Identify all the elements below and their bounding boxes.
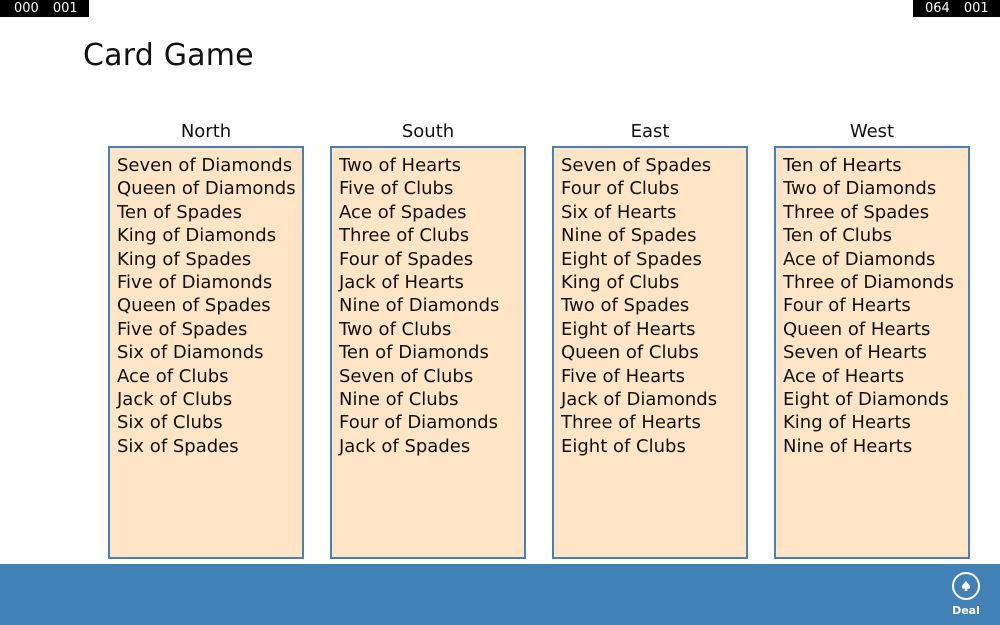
card-item[interactable]: Five of Spades [117, 318, 302, 341]
counter-value: 001 [52, 1, 78, 16]
card-item[interactable]: Three of Spades [783, 201, 968, 224]
card-item[interactable]: Ten of Diamonds [339, 341, 524, 364]
card-item[interactable]: Five of Diamonds [117, 271, 302, 294]
spade-icon [962, 581, 970, 591]
card-list[interactable]: Ten of Hearts Two of Diamonds Three of Spa… [774, 146, 970, 559]
frame-counter-right: 064 001 [913, 0, 1000, 17]
hand-north: North Seven of Diamonds Queen of Diamonds T… [108, 120, 304, 559]
card-item[interactable]: Seven of Clubs [339, 365, 524, 388]
card-list[interactable]: Seven of Spades Four of Clubs Six of Heart… [552, 146, 748, 559]
card-item[interactable]: Seven of Spades [561, 154, 746, 177]
card-item[interactable]: Seven of Diamonds [117, 154, 302, 177]
card-item[interactable]: Jack of Spades [339, 435, 524, 458]
card-item[interactable]: Three of Clubs [339, 224, 524, 247]
card-item[interactable]: Ten of Hearts [783, 154, 968, 177]
card-item[interactable]: King of Diamonds [117, 224, 302, 247]
card-item[interactable]: Ace of Clubs [117, 365, 302, 388]
card-item[interactable]: Jack of Diamonds [561, 388, 746, 411]
card-item[interactable]: Queen of Spades [117, 294, 302, 317]
card-item[interactable]: Nine of Clubs [339, 388, 524, 411]
card-item[interactable]: King of Spades [117, 248, 302, 271]
card-item[interactable]: Three of Hearts [561, 411, 746, 434]
hands-container: North Seven of Diamonds Queen of Diamonds T… [108, 120, 970, 559]
counter-value: 064 [925, 1, 950, 16]
card-item[interactable]: Ace of Hearts [783, 365, 968, 388]
card-item[interactable]: Five of Clubs [339, 177, 524, 200]
card-item[interactable]: Three of Diamonds [783, 271, 968, 294]
card-item[interactable]: Jack of Hearts [339, 271, 524, 294]
card-item[interactable]: Eight of Clubs [561, 435, 746, 458]
card-item[interactable]: Four of Diamonds [339, 411, 524, 434]
hand-title: North [180, 121, 232, 142]
card-list[interactable]: Two of Hearts Five of Clubs Ace of Spades T… [330, 146, 526, 559]
card-item[interactable]: Two of Hearts [339, 154, 524, 177]
counter-value: 000 [14, 1, 39, 16]
counter-value: 001 [963, 1, 989, 16]
card-item[interactable]: Four of Spades [339, 248, 524, 271]
card-item[interactable]: Nine of Diamonds [339, 294, 524, 317]
card-item[interactable]: Six of Diamonds [117, 341, 302, 364]
card-item[interactable]: Six of Clubs [117, 411, 302, 434]
card-item[interactable]: Queen of Clubs [561, 341, 746, 364]
card-item[interactable]: Six of Spades [117, 435, 302, 458]
card-item[interactable]: Nine of Hearts [783, 435, 968, 458]
card-item[interactable]: Two of Diamonds [783, 177, 968, 200]
deal-button[interactable]: Deal [948, 572, 984, 617]
card-item[interactable]: Ace of Spades [339, 201, 524, 224]
card-item[interactable]: Two of Spades [561, 294, 746, 317]
card-item[interactable]: King of Clubs [561, 271, 746, 294]
hand-south: South Two of Hearts Five of Clubs Ace of Sp… [330, 120, 526, 559]
hand-east: East Seven of Spades Four of Clubs Six of H… [552, 120, 748, 559]
frame-counter-left: 000 001 [0, 0, 89, 17]
card-item[interactable]: Seven of Hearts [783, 341, 968, 364]
card-item[interactable]: Eight of Diamonds [783, 388, 968, 411]
page-title: Card Game [83, 38, 254, 73]
card-item[interactable]: Five of Hearts [561, 365, 746, 388]
app-bar: Deal [0, 564, 1000, 625]
hand-title: South [401, 121, 455, 142]
card-item[interactable]: Eight of Spades [561, 248, 746, 271]
card-item[interactable]: Eight of Hearts [561, 318, 746, 341]
card-item[interactable]: Two of Clubs [339, 318, 524, 341]
card-item[interactable]: Queen of Diamonds [117, 177, 302, 200]
card-item[interactable]: Four of Clubs [561, 177, 746, 200]
card-item[interactable]: Four of Hearts [783, 294, 968, 317]
card-item[interactable]: Jack of Clubs [117, 388, 302, 411]
hand-west: West Ten of Hearts Two of Diamonds Three of… [774, 120, 970, 559]
card-item[interactable]: King of Hearts [783, 411, 968, 434]
card-item[interactable]: Queen of Hearts [783, 318, 968, 341]
hand-title: East [630, 121, 670, 142]
card-item[interactable]: Ten of Clubs [783, 224, 968, 247]
card-item[interactable]: Ten of Spades [117, 201, 302, 224]
card-list[interactable]: Seven of Diamonds Queen of Diamonds Ten of… [108, 146, 304, 559]
deal-icon-circle [952, 572, 980, 600]
card-item[interactable]: Six of Hearts [561, 201, 746, 224]
deal-label: Deal [952, 604, 980, 617]
hand-title: West [849, 121, 895, 142]
card-item[interactable]: Nine of Spades [561, 224, 746, 247]
card-item[interactable]: Ace of Diamonds [783, 248, 968, 271]
